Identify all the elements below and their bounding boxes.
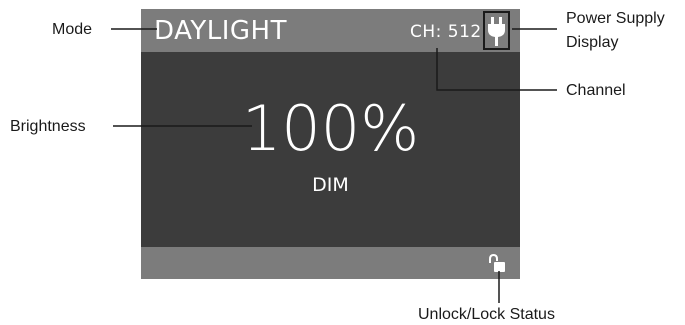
mode-callout: Mode [52, 21, 93, 38]
brightness-callout: Brightness [10, 118, 86, 135]
channel-callout: Channel [566, 82, 626, 99]
channel-leader [436, 48, 557, 91]
power-callout-line2: Display [566, 34, 619, 51]
lock-status-callout: Unlock/Lock Status [418, 306, 555, 323]
power-callout-line1: Power Supply [566, 10, 665, 27]
